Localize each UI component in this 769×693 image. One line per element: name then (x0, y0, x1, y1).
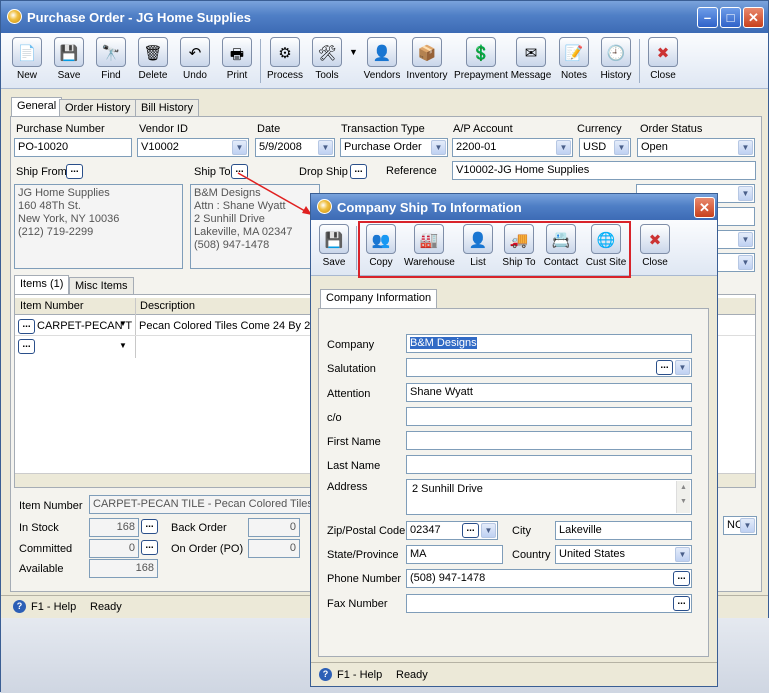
phone-lookup-button[interactable]: ... (673, 571, 690, 586)
address-textarea[interactable]: 2 Sunhill Drive ▲ ▼ (406, 479, 692, 515)
chevron-down-icon[interactable]: ▼ (675, 360, 690, 375)
dialog-title: Company Ship To Information (337, 200, 522, 215)
address-label: Address (327, 481, 368, 493)
city-input[interactable]: Lakeville (555, 521, 692, 540)
company-label: Company (327, 339, 375, 351)
chevron-down-icon[interactable]: ▼ (481, 523, 496, 538)
fax-label: Fax Number (327, 598, 388, 610)
salutation-label: Salutation (327, 363, 376, 375)
dialog-help-text: F1 - Help (337, 669, 383, 681)
co-label: c/o (327, 412, 342, 424)
dialog-close-window-button[interactable]: ✕ (694, 197, 715, 218)
dialog-save-button[interactable]: 💾 Save (312, 222, 356, 268)
tab-company-information[interactable]: Company Information (320, 289, 438, 309)
phone-input[interactable]: (508) 947-1478... (406, 569, 692, 588)
zip-input[interactable]: 02347... ▼ (406, 521, 498, 540)
attention-input[interactable]: Shane Wyatt (406, 383, 692, 402)
ship-to-dialog: Company Ship To Information ✕ 💾 Save 👥 Cop… (310, 193, 718, 687)
salutation-lookup-button[interactable]: ... (656, 360, 673, 375)
zip-label: Zip/Postal Code (327, 525, 406, 537)
state-input[interactable]: MA (406, 545, 503, 564)
dialog-status-bar: ? F1 - Help Ready (311, 662, 717, 686)
toolbar-highlight-box (358, 221, 631, 278)
attention-label: Attention (327, 388, 371, 400)
co-input[interactable] (406, 407, 692, 426)
last-name-label: Last Name (327, 460, 381, 472)
zip-lookup-button[interactable]: ... (462, 523, 479, 538)
first-name-input[interactable] (406, 431, 692, 450)
chevron-down-icon[interactable]: ▼ (675, 547, 690, 562)
salutation-select[interactable]: ... ▼ (406, 358, 692, 377)
dialog-status-text: Ready (396, 669, 428, 681)
last-name-input[interactable] (406, 455, 692, 474)
address-scrollbar[interactable]: ▲ ▼ (676, 481, 690, 513)
first-name-label: First Name (327, 436, 381, 448)
phone-label: Phone Number (327, 573, 401, 585)
close-icon: ✖ (640, 224, 670, 254)
arrow-line (237, 172, 313, 216)
dialog-app-icon (317, 199, 332, 214)
toolbar-separator (356, 226, 357, 270)
dialog-titlebar: Company Ship To Information ✕ (311, 194, 717, 220)
fax-lookup-button[interactable]: ... (673, 596, 690, 611)
country-select[interactable]: United States ▼ (555, 545, 692, 564)
fax-input[interactable]: ... (406, 594, 692, 613)
country-label: Country (512, 549, 551, 561)
city-label: City (512, 525, 531, 537)
company-input[interactable]: B&M Designs (406, 334, 692, 353)
help-icon: ? (319, 668, 332, 681)
state-label: State/Province (327, 549, 399, 561)
dialog-close-button[interactable]: ✖ Close (633, 222, 677, 268)
save-icon: 💾 (319, 224, 349, 254)
